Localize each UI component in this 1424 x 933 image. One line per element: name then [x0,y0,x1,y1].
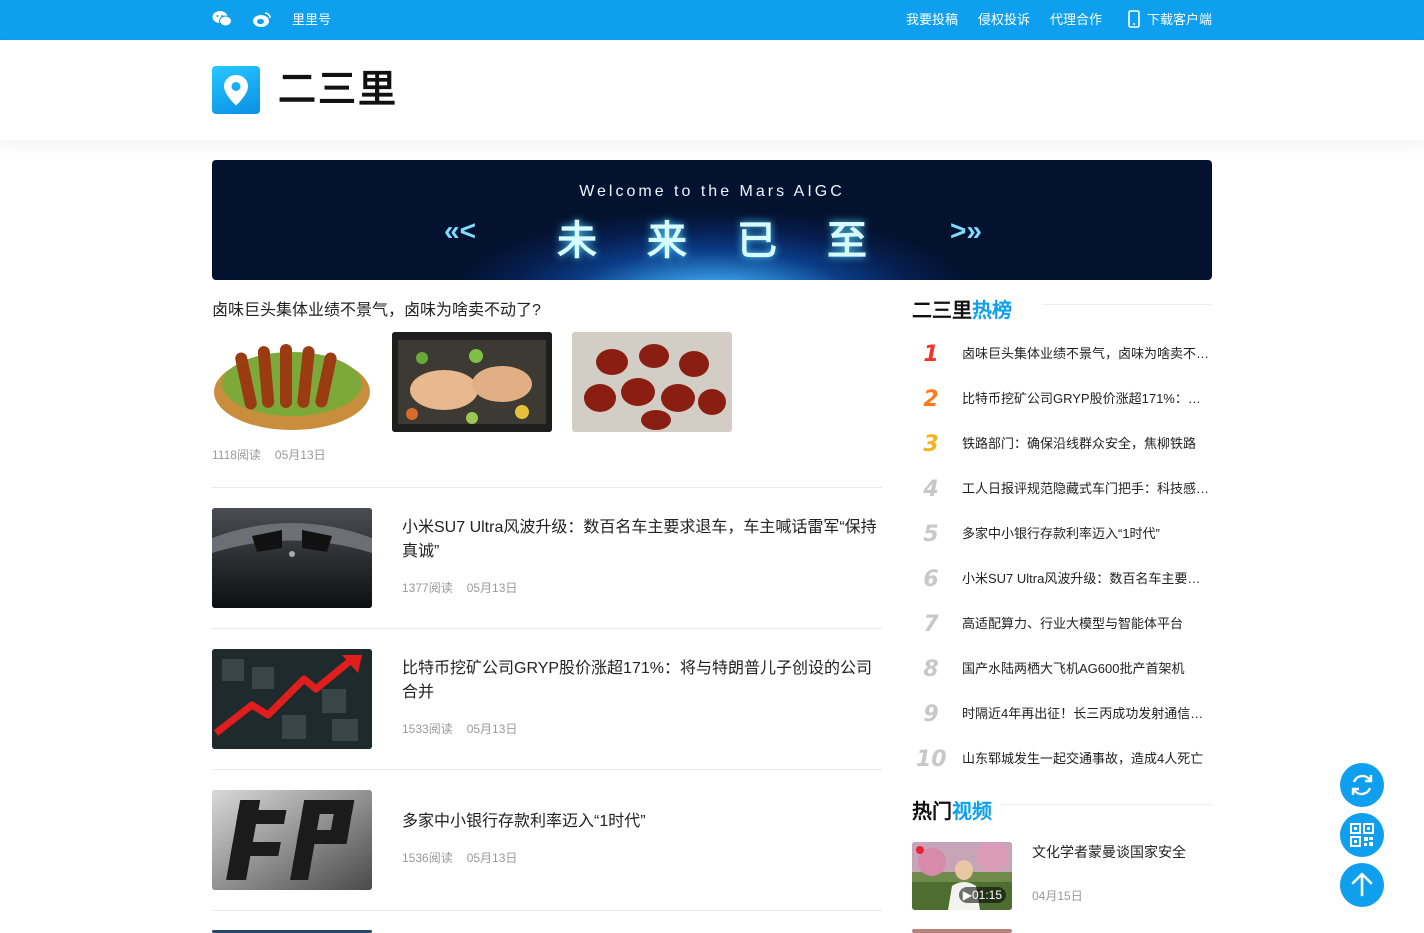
hot-video-title-main: 热门 [912,801,952,823]
article-image-braised-duck[interactable] [212,332,372,432]
hot-list-title-accent: 热榜 [972,300,1012,322]
hot-list-title-main: 二三里 [912,300,972,322]
hot-rank-number: 4 [923,477,939,502]
hot-rank-number: 8 [923,657,939,682]
submit-link[interactable]: 我要投稿 [906,11,958,29]
article-title[interactable]: 小米SU7 Ultra风波升级：数百名车主要求退车，车主喊话雷军“保持真诚” [402,516,882,564]
video-thumbnail-next[interactable] [912,929,1012,933]
wechat-icon[interactable] [212,10,232,30]
hot-list-item[interactable]: 山东郓城发生一起交通事故，造成4人死亡 [962,749,1210,769]
hot-list-item[interactable]: 时隔近4年再出征！长三丙成功发射通信卫星 [962,704,1210,724]
publish-date: 05月13日 [274,448,326,462]
site-logo[interactable] [212,66,260,114]
video-duration: 01:15 [971,888,1002,902]
divider [212,487,882,488]
hot-list-item[interactable]: 工人日报评规范隐藏式车门把手：科技感不能牺牲安全 [962,479,1210,499]
hot-rank-number: 7 [923,612,939,637]
hot-rank-number: 1 [923,342,939,367]
qrcode-button[interactable] [1340,813,1384,857]
read-count: 1377阅读 [402,581,453,595]
hot-video-heading: 热门视频 [912,800,992,824]
agency-link[interactable]: 代理合作 [1050,11,1102,29]
hot-rank-number: 9 [923,702,939,727]
article-title[interactable]: 比特币挖矿公司GRYP股价涨超171%：将与特朗普儿子创设的公司合并 [402,657,882,705]
hot-rank-number: 2 [923,387,939,412]
hot-list-item[interactable]: 铁路部门：确保沿线群众安全，焦柳铁路 [962,434,1210,454]
video-thumbnail[interactable]: ▶01:15 [912,842,1012,910]
lili-link[interactable]: 里里号 [292,11,331,29]
banner-title: 未来已至 [557,219,917,263]
article-meta: 1377阅读 05月13日 [402,580,517,596]
hot-list-item[interactable]: 小米SU7 Ultra风波升级：数百名车主要求退车 [962,569,1210,589]
refresh-button[interactable] [1340,763,1384,807]
site-header: 二三里 [0,40,1424,140]
article-image-stock-chart[interactable] [212,649,372,749]
read-count: 1536阅读 [402,851,453,865]
divider [212,769,882,770]
hot-list-item[interactable]: 国产水陆两栖大飞机AG600批产首架机 [962,659,1210,679]
publish-date: 05月13日 [466,581,518,595]
article-image-bank-character[interactable] [212,790,372,890]
video-title[interactable]: 文化学者蒙曼谈国家安全 [1032,842,1212,862]
hot-rank-number: 3 [923,432,939,457]
back-to-top-button[interactable] [1340,863,1384,907]
complaint-link[interactable]: 侵权投诉 [978,11,1030,29]
play-icon: ▶ [962,888,972,902]
publish-date: 05月13日 [466,851,518,865]
hot-video-title-accent: 视频 [952,801,992,823]
publish-date: 05月13日 [466,722,518,736]
phone-icon [1124,10,1144,30]
promo-banner[interactable]: Welcome to the Mars AIGC 未来已至 «< >» [212,160,1212,280]
article-title[interactable]: 多家中小银行存款利率迈入“1时代” [402,810,882,834]
location-pin-icon [224,75,248,106]
article-title[interactable]: 卤味巨头集体业绩不景气，卤味为啥卖不动了? [212,299,541,323]
download-app-link[interactable]: 下载客户端 [1147,11,1212,29]
article-meta: 1536阅读 05月13日 [402,850,517,866]
read-count: 1533阅读 [402,722,453,736]
divider [212,628,882,629]
heading-rule [1000,804,1212,805]
refresh-icon [1351,774,1373,796]
hot-list-item[interactable]: 多家中小银行存款利率迈入“1时代” [962,524,1210,544]
hot-rank-number: 6 [923,567,939,592]
hot-list-heading: 二三里热榜 [912,299,1012,323]
weibo-icon[interactable] [252,10,272,30]
qrcode-icon [1350,823,1374,847]
heading-rule [1042,304,1212,305]
article-image-roast-chicken[interactable] [392,332,552,432]
video-duration-badge: ▶01:15 [958,887,1006,903]
right-arrows-icon: >» [950,215,982,246]
hot-list-item[interactable]: 卤味巨头集体业绩不景气，卤味为啥卖不动了? [962,344,1210,364]
hot-list-item[interactable]: 比特币挖矿公司GRYP股价涨超171%：将与特朗普儿子创设的公司合并 [962,389,1210,409]
video-date: 04月15日 [1032,889,1083,903]
banner-welcome: Welcome to the Mars AIGC [579,183,845,200]
hot-rank-number: 10 [916,747,947,772]
article-meta: 1118阅读 05月13日 [212,447,326,463]
hot-rank-number: 5 [923,522,939,547]
article-image-tea-eggs[interactable] [572,332,732,432]
read-count: 1118阅读 [212,448,261,462]
article-meta: 1533阅读 05月13日 [402,721,517,737]
divider [212,910,882,911]
site-name[interactable]: 二三里 [278,68,398,112]
left-arrows-icon: «< [444,215,476,246]
hot-list-item[interactable]: 高适配算力、行业大模型与智能体平台 [962,614,1210,634]
top-bar: 里里号 我要投稿 侵权投诉 代理合作 下载客户端 [0,0,1424,40]
article-image-car-hood[interactable] [212,508,372,608]
arrow-up-icon [1351,872,1373,897]
